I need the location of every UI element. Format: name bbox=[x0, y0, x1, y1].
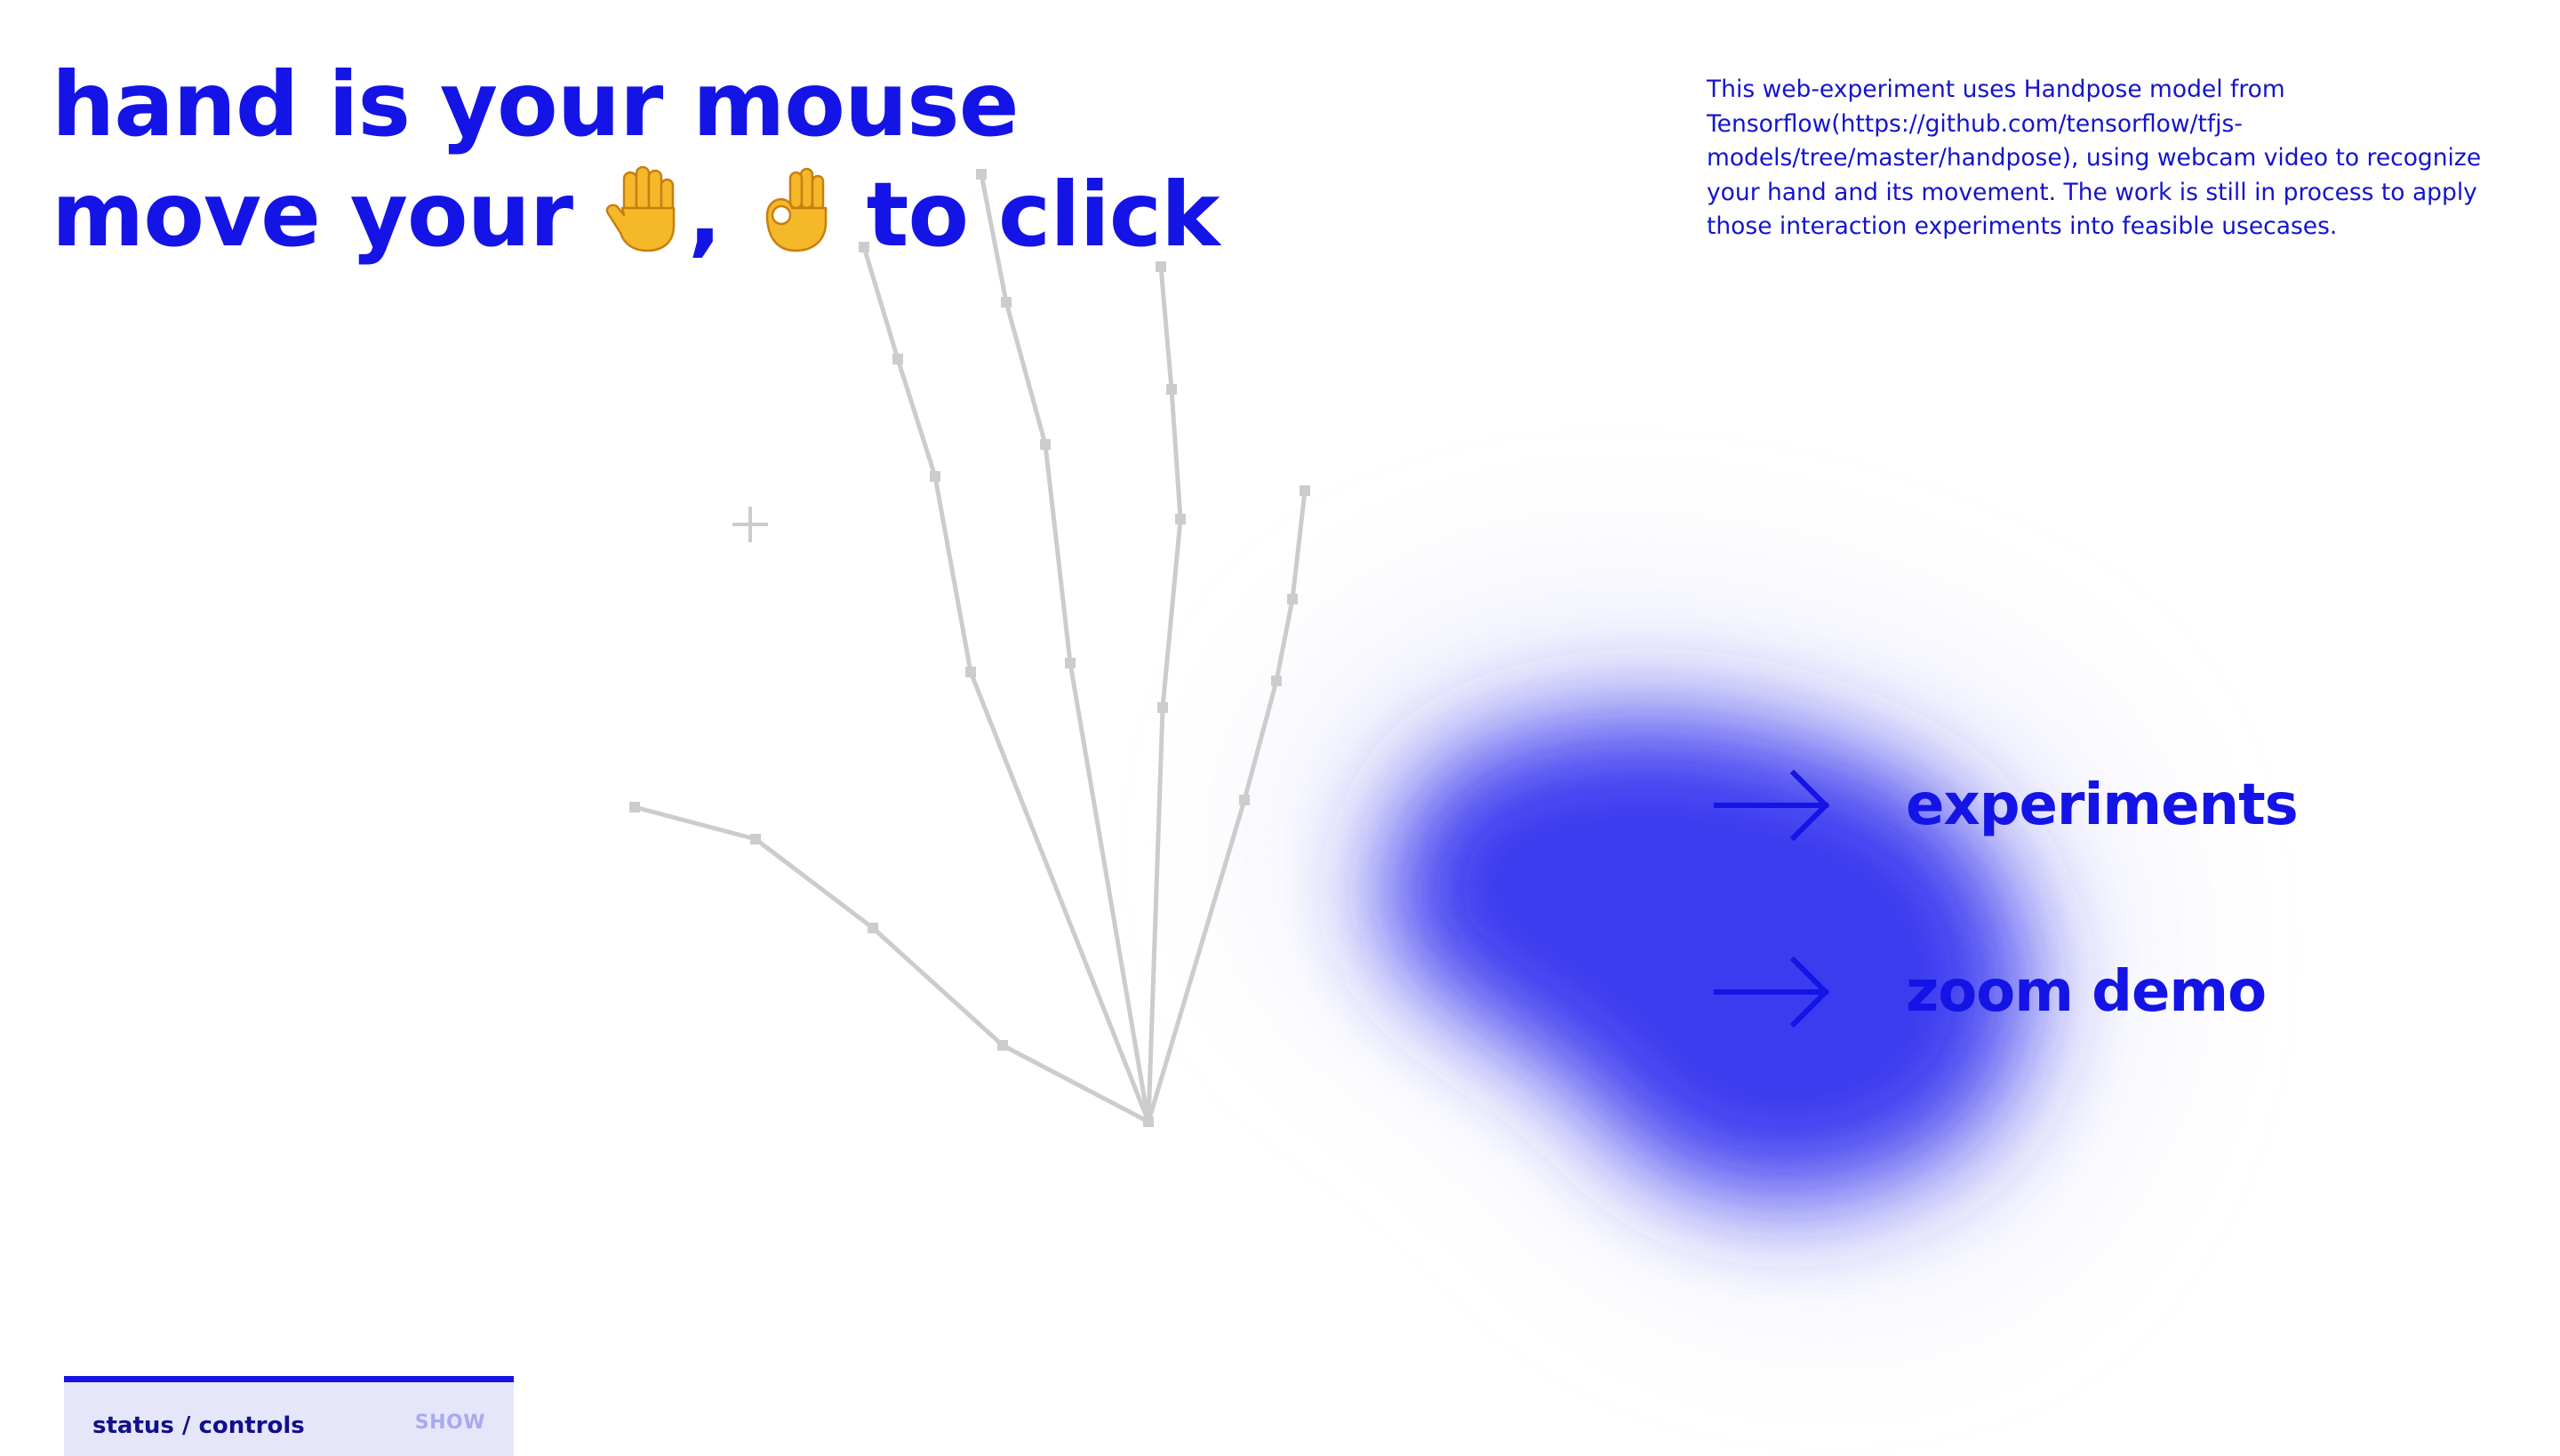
crosshair-icon bbox=[732, 507, 768, 542]
arrow-right-icon bbox=[1714, 956, 1830, 1028]
show-toggle-button[interactable]: SHOW bbox=[415, 1412, 485, 1434]
headline-line-1: hand is your mouse bbox=[52, 52, 1020, 156]
zoom-demo-label: zoom demo bbox=[1906, 959, 2267, 1025]
experiments-link[interactable]: experiments bbox=[1714, 770, 2299, 841]
ok-hand-icon bbox=[765, 167, 828, 252]
headline-line-2: move your , to click bbox=[52, 164, 1220, 260]
page: hand is your mouse move your , to click … bbox=[0, 0, 2560, 1456]
experiments-label: experiments bbox=[1906, 772, 2299, 838]
status-controls-panel: status / controls SHOW bbox=[64, 1376, 514, 1456]
headline-separator: , bbox=[687, 163, 722, 267]
headline-suffix: to click bbox=[866, 163, 1220, 267]
status-panel-title: status / controls bbox=[92, 1412, 305, 1439]
raised-hand-icon bbox=[605, 165, 676, 252]
zoom-demo-link[interactable]: zoom demo bbox=[1714, 956, 2267, 1028]
arrow-right-icon bbox=[1714, 770, 1830, 841]
headline-prefix: move your bbox=[52, 163, 573, 267]
project-description: This web-experiment uses Handpose model … bbox=[1707, 76, 2482, 240]
